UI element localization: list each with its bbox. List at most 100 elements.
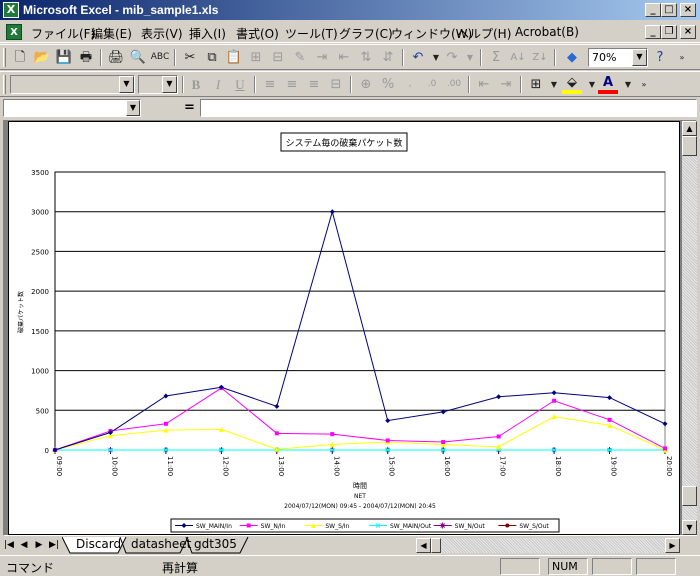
- hscroll-thumb[interactable]: [431, 538, 441, 553]
- doc-close-button[interactable]: ×: [680, 25, 696, 39]
- percent-icon[interactable]: %: [378, 75, 398, 94]
- cut-icon[interactable]: ✂: [180, 48, 200, 67]
- toolbar-grip[interactable]: [3, 48, 6, 67]
- chart-wizard-icon[interactable]: ◆: [562, 48, 582, 67]
- sort-descending-icon[interactable]: Z↓: [530, 48, 550, 67]
- scroll-thumb-lower[interactable]: [682, 486, 697, 506]
- tab-gdt305[interactable]: gdt305: [188, 537, 243, 553]
- excel-logo-icon[interactable]: X: [3, 2, 19, 18]
- scroll-up-icon[interactable]: ▲: [682, 121, 697, 136]
- name-box[interactable]: ▼: [3, 99, 141, 117]
- chevron-down-icon[interactable]: ▼: [632, 49, 647, 66]
- tab-datasheet[interactable]: datasheet: [125, 537, 197, 553]
- align-left-icon[interactable]: ≡: [260, 75, 280, 94]
- prev-sheet-icon[interactable]: ◀: [17, 538, 31, 552]
- delete-cells-icon[interactable]: ⇵: [378, 48, 398, 67]
- borders-dropdown-icon[interactable]: ▼: [544, 75, 564, 94]
- print-preview-icon[interactable]: 🔍: [128, 48, 148, 67]
- paste-special-icon[interactable]: ⊞: [246, 48, 266, 67]
- new-document-icon[interactable]: 🗋: [10, 48, 30, 67]
- horizontal-scrollbar[interactable]: ◀ ▶: [416, 538, 680, 553]
- x-tick-label: 19:00: [610, 456, 618, 476]
- chevron-down-icon[interactable]: ▼: [126, 100, 140, 116]
- x-axis-label: 時間: [353, 482, 367, 490]
- next-sheet-icon[interactable]: ▶: [32, 538, 46, 552]
- menu-acrobat[interactable]: Acrobat(B): [512, 24, 582, 40]
- redo-icon[interactable]: ↷: [442, 48, 462, 67]
- comma-style-icon[interactable]: ,: [400, 75, 420, 94]
- italic-icon[interactable]: I: [208, 75, 228, 94]
- save-icon[interactable]: 💾: [54, 48, 74, 67]
- paste-icon[interactable]: 📋: [224, 48, 244, 67]
- scroll-right-icon[interactable]: ▶: [665, 538, 680, 553]
- y-tick-label: 0: [45, 447, 49, 455]
- decrease-indent-icon[interactable]: ⇤: [474, 75, 494, 94]
- format-painter-icon[interactable]: ⊟: [268, 48, 288, 67]
- align-center-icon[interactable]: ≡: [282, 75, 302, 94]
- legend-marker: [505, 523, 510, 528]
- doc-minimize-button[interactable]: _: [645, 25, 661, 39]
- copy-icon[interactable]: ⧉: [202, 48, 222, 67]
- brush-icon[interactable]: ✎: [290, 48, 310, 67]
- status-panel: [592, 558, 632, 575]
- insert-rows-icon[interactable]: ⇤: [334, 48, 354, 67]
- decrease-decimal-icon[interactable]: .00: [444, 75, 464, 94]
- zoom-combo[interactable]: 70% ▼: [588, 48, 648, 67]
- close-button[interactable]: ×: [680, 3, 696, 17]
- scroll-thumb[interactable]: [682, 136, 697, 156]
- currency-icon[interactable]: ⊕: [356, 75, 376, 94]
- first-sheet-icon[interactable]: |◀: [2, 538, 16, 552]
- menu-edit[interactable]: 編集(E): [88, 24, 135, 43]
- toolbar-grip[interactable]: [3, 75, 6, 94]
- underline-icon[interactable]: U: [230, 75, 250, 94]
- chart-page[interactable]: 0 500 1000 1500 2000 2500 3000 3500 09:00 10:00 11…: [8, 121, 680, 535]
- font-color-icon[interactable]: A: [598, 75, 618, 94]
- autosum-icon[interactable]: Σ: [486, 48, 506, 67]
- merge-center-icon[interactable]: ⊟: [326, 75, 346, 94]
- toolbar-options-icon[interactable]: »: [634, 75, 654, 94]
- fill-color-icon[interactable]: ⬙: [562, 75, 582, 94]
- permission-icon[interactable]: 🖶: [76, 48, 96, 67]
- last-sheet-icon[interactable]: ▶|: [47, 538, 61, 552]
- open-folder-icon[interactable]: 📂: [32, 48, 52, 67]
- y-tick-label: 1000: [31, 368, 49, 376]
- menu-format[interactable]: 書式(O): [233, 24, 282, 43]
- data-point: [330, 432, 335, 437]
- font-name-combo[interactable]: ▼: [10, 75, 135, 94]
- sort-ascending-icon[interactable]: A↓: [508, 48, 528, 67]
- formula-input[interactable]: [200, 99, 697, 117]
- menu-help[interactable]: ヘルプ(H): [454, 24, 514, 43]
- menu-tools[interactable]: ツール(T): [282, 24, 341, 43]
- line-chart[interactable]: 0 500 1000 1500 2000 2500 3000 3500 09:00 10:00 11…: [9, 122, 679, 534]
- menu-insert[interactable]: 挿入(I): [186, 24, 229, 43]
- maximize-button[interactable]: □: [661, 3, 677, 17]
- spelling-icon[interactable]: ABC: [150, 48, 170, 67]
- menu-view[interactable]: 表示(V): [138, 24, 186, 43]
- align-right-icon[interactable]: ≡: [304, 75, 324, 94]
- redo-dropdown-icon[interactable]: ▼: [460, 48, 480, 67]
- scroll-track[interactable]: [682, 136, 697, 520]
- workbook-icon[interactable]: X: [6, 24, 22, 40]
- equals-sign[interactable]: =: [184, 100, 195, 115]
- data-point: [607, 417, 612, 422]
- tab-discard[interactable]: Discard: [70, 537, 127, 553]
- insert-cells-icon[interactable]: ⇥: [312, 48, 332, 67]
- increase-decimal-icon[interactable]: .0: [422, 75, 442, 94]
- font-size-combo[interactable]: ▼: [138, 75, 178, 94]
- vertical-scrollbar[interactable]: ▲ ▼: [682, 121, 697, 535]
- doc-restore-button[interactable]: ❐: [661, 25, 677, 39]
- toolbar-options-icon[interactable]: »: [672, 48, 692, 67]
- minimize-button[interactable]: _: [645, 3, 661, 17]
- print-icon[interactable]: 🖨: [106, 48, 126, 67]
- increase-indent-icon[interactable]: ⇥: [496, 75, 516, 94]
- undo-icon[interactable]: ↶: [408, 48, 428, 67]
- chevron-down-icon[interactable]: ▼: [119, 76, 134, 93]
- chevron-down-icon[interactable]: ▼: [162, 76, 177, 93]
- borders-icon[interactable]: ⊞: [526, 75, 546, 94]
- help-icon[interactable]: ?: [650, 48, 670, 67]
- scroll-left-icon[interactable]: ◀: [416, 538, 431, 553]
- bold-icon[interactable]: B: [186, 75, 206, 94]
- insert-columns-icon[interactable]: ⇅: [356, 48, 376, 67]
- scroll-down-icon[interactable]: ▼: [682, 520, 697, 535]
- menu-chart[interactable]: グラフ(C): [336, 24, 396, 43]
